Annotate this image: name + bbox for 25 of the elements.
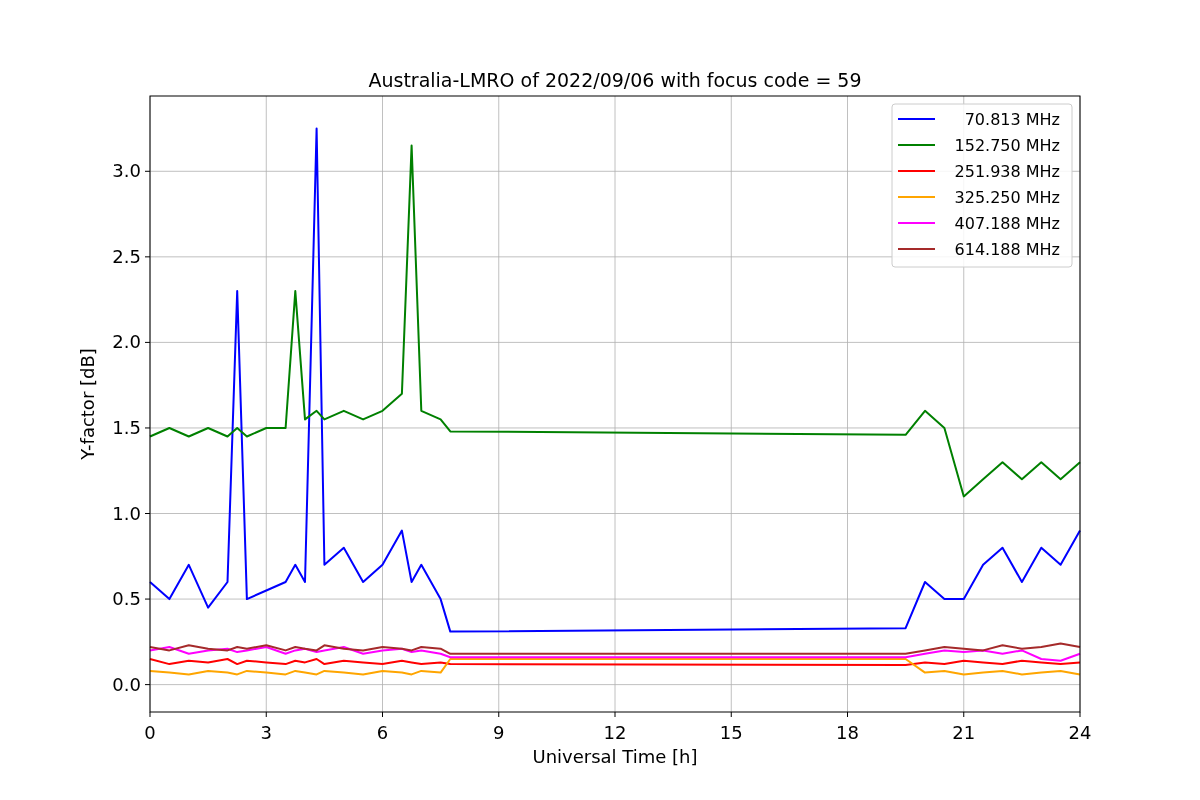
x-tick-label: 6: [376, 722, 389, 743]
y-tick-label: 2.5: [112, 245, 141, 267]
x-tick-label: 24: [1068, 722, 1092, 743]
y-tick-label: 0.0: [112, 673, 141, 695]
x-axis-title: Universal Time [h]: [532, 746, 698, 767]
legend-label: 251.938 MHz: [954, 162, 1060, 181]
legend-label: 614.188 MHz: [954, 240, 1060, 259]
y-axis-title: Y-factor [dB]: [77, 348, 98, 460]
legend-label: 70.813 MHz: [964, 110, 1060, 129]
legend-label: 325.250 MHz: [954, 188, 1060, 207]
x-tick-label: 3: [260, 722, 272, 743]
y-tick-label: 1.0: [112, 502, 141, 524]
y-tick-label: 3.0: [112, 160, 141, 182]
legend-label: 407.188 MHz: [954, 214, 1060, 233]
x-tick-label: 9: [493, 722, 505, 743]
x-tick-label: 0: [144, 722, 156, 743]
y-tick-label: 0.5: [112, 588, 141, 610]
x-tick-label: 21: [952, 722, 976, 743]
x-tick-label: 18: [836, 722, 859, 743]
y-tick-label: 1.5: [112, 416, 141, 438]
y-tick-label: 2.0: [112, 331, 141, 353]
legend-label: 152.750 MHz: [954, 136, 1060, 155]
chart-title: Australia-LMRO of 2022/09/06 with focus code = 59: [368, 69, 862, 91]
x-tick-label: 12: [603, 722, 627, 743]
x-tick-label: 15: [719, 722, 743, 743]
